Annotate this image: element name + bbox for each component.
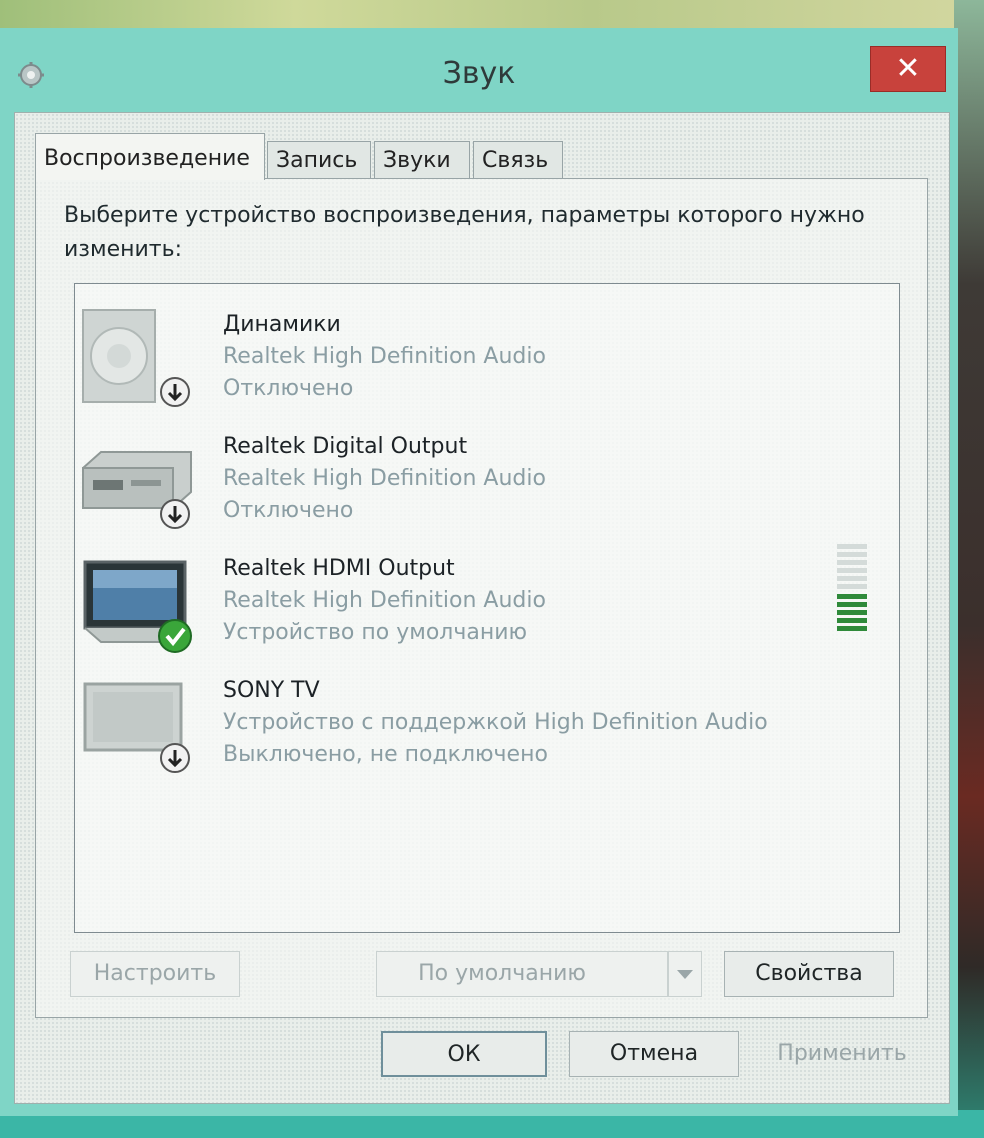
tv-icon	[83, 682, 190, 773]
chevron-down-icon	[677, 970, 693, 979]
disabled-arrow-badge	[160, 743, 190, 773]
sound-dialog: Звук ✕ Воспроизведение Запись Звуки Связ…	[0, 28, 958, 1116]
device-driver: Realtek High Definition Audio	[223, 344, 546, 369]
device-name: Realtek HDMI Output	[223, 556, 455, 581]
default-check-badge	[158, 619, 192, 653]
ok-button[interactable]: ОК	[381, 1031, 547, 1077]
device-name: SONY TV	[223, 678, 320, 703]
apply-button[interactable]: Применить	[757, 1031, 927, 1077]
device-name: Realtek Digital Output	[223, 434, 468, 459]
device-item[interactable]: SONY TV Устройство с поддержкой High Def…	[75, 658, 899, 778]
background-top	[0, 0, 984, 30]
device-status: Отключено	[223, 498, 354, 523]
device-name: Динамики	[223, 312, 341, 337]
configure-button[interactable]: Настроить	[70, 951, 240, 997]
dialog-client-area: Воспроизведение Запись Звуки Связь Выбер…	[14, 112, 950, 1104]
set-default-label: По умолчанию	[418, 961, 586, 986]
digital-receiver-icon	[82, 451, 192, 529]
cancel-button[interactable]: Отмена	[569, 1031, 739, 1077]
device-driver: Realtek High Definition Audio	[223, 588, 546, 613]
speaker-icon	[82, 309, 190, 407]
disabled-arrow-badge	[160, 499, 190, 529]
title-bar[interactable]: Звук ✕	[0, 28, 958, 100]
set-default-button[interactable]: По умолчанию	[376, 951, 668, 997]
device-item[interactable]: Realtek HDMI Output Realtek High Definit…	[75, 536, 899, 656]
properties-button[interactable]: Свойства	[724, 951, 894, 997]
instruction-text: Выберите устройство воспроизведения, пар…	[64, 203, 865, 262]
tab-recording[interactable]: Запись	[267, 141, 371, 179]
device-status: Отключено	[223, 376, 354, 401]
device-list[interactable]: Динамики Realtek High Definition Audio О…	[74, 283, 900, 933]
close-button[interactable]: ✕	[870, 46, 946, 92]
device-status: Выключено, не подключено	[223, 742, 548, 767]
tab-playback[interactable]: Воспроизведение	[35, 133, 265, 180]
background-right	[954, 0, 984, 1138]
playback-tab-page: Выберите устройство воспроизведения, пар…	[35, 178, 928, 1018]
volume-level-meter	[837, 544, 867, 631]
tab-communications[interactable]: Связь	[473, 141, 563, 179]
device-driver: Realtek High Definition Audio	[223, 466, 546, 491]
set-default-dropdown[interactable]	[668, 951, 702, 997]
tab-sounds[interactable]: Звуки	[374, 141, 470, 179]
monitor-icon	[83, 560, 192, 653]
device-status: Устройство по умолчанию	[223, 620, 528, 645]
disabled-arrow-badge	[160, 377, 190, 407]
device-item[interactable]: Динамики Realtek High Definition Audio О…	[75, 292, 899, 412]
window-title: Звук	[442, 56, 516, 91]
device-item[interactable]: Realtek Digital Output Realtek High Defi…	[75, 414, 899, 534]
device-driver: Устройство с поддержкой High Definition …	[223, 710, 768, 735]
